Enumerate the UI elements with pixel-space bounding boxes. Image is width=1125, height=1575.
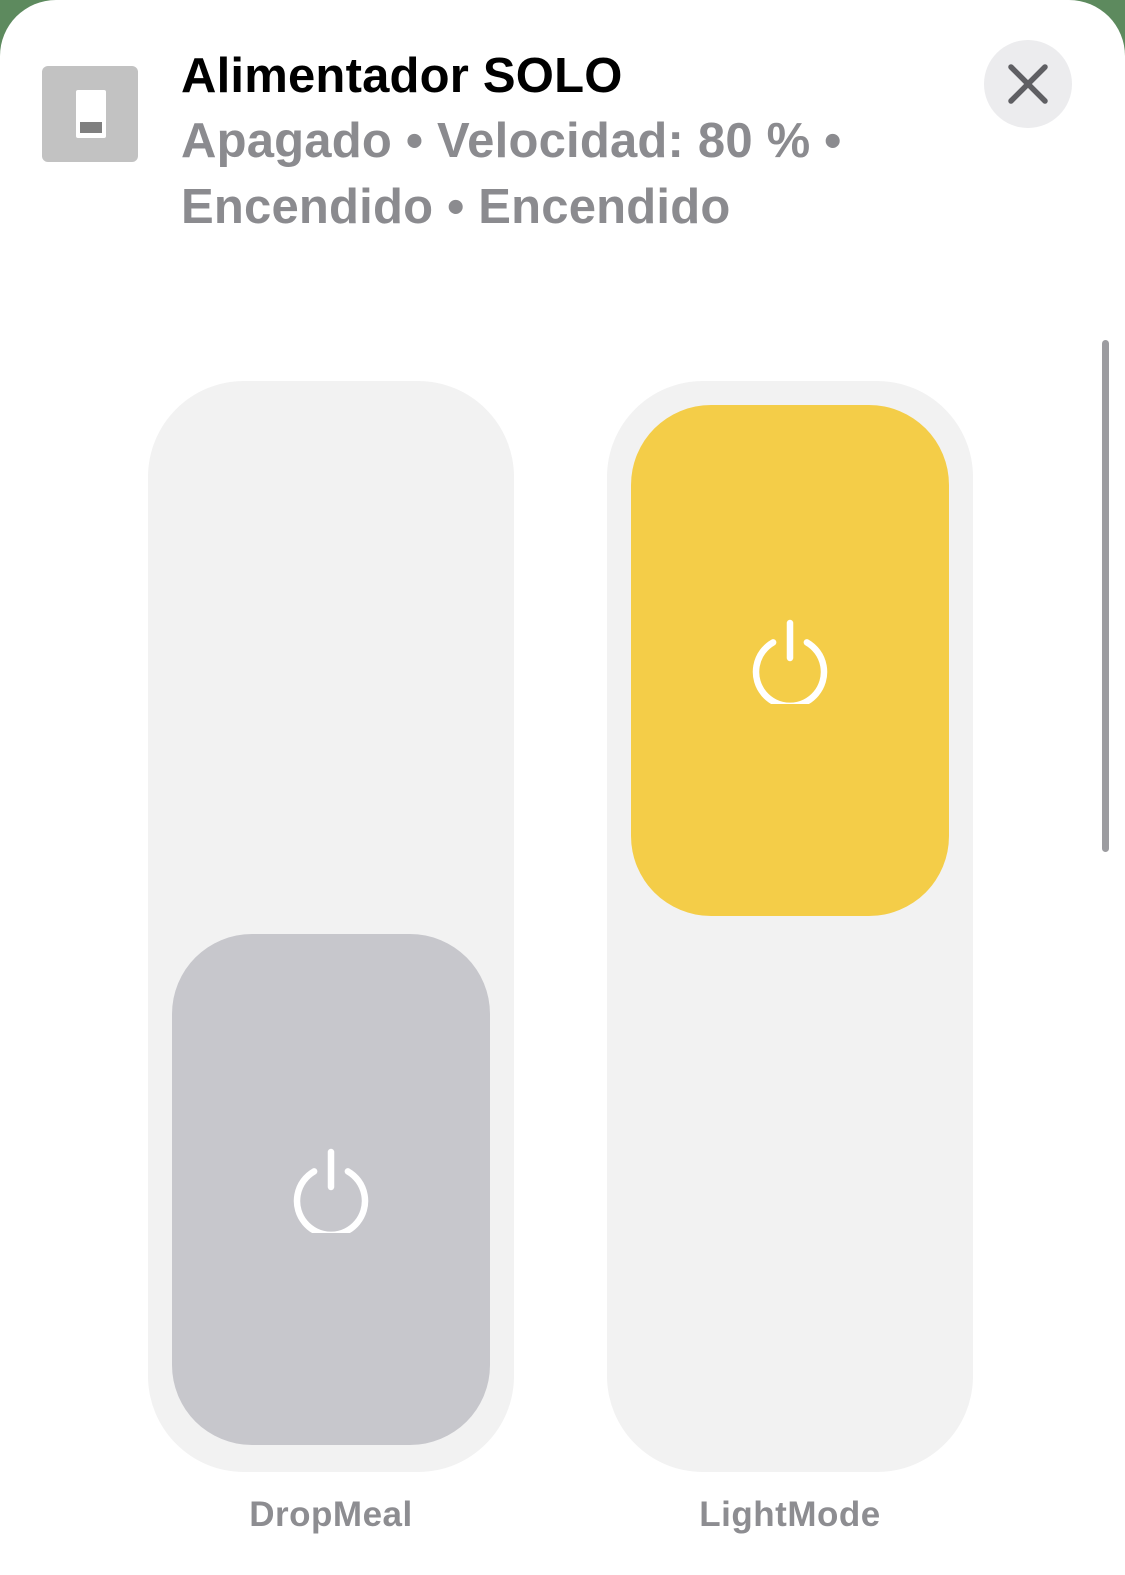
switch-dropmeal-label: DropMeal xyxy=(249,1495,413,1534)
close-icon xyxy=(1008,64,1048,104)
scroll-indicator[interactable] xyxy=(1102,340,1109,852)
switch-lightmode-track[interactable] xyxy=(607,381,973,1472)
switch-lightmode-label: LightMode xyxy=(699,1495,881,1534)
power-icon xyxy=(293,1148,369,1233)
switch-dropmeal-knob[interactable] xyxy=(172,934,490,1445)
switch-dropmeal-track[interactable] xyxy=(148,381,514,1472)
screen: { "accessory": { "title": "Alimentador S… xyxy=(0,0,1125,1575)
switch-lightmode-knob[interactable] xyxy=(631,405,949,916)
accessory-control-sheet: Alimentador SOLO Apagado • Velocidad: 80… xyxy=(0,0,1125,1575)
close-button[interactable] xyxy=(984,40,1072,128)
power-icon xyxy=(752,619,828,704)
status-line-2: Encendido • Encendido xyxy=(181,180,731,234)
accessory-status: Apagado • Velocidad: 80 % • Encendido • … xyxy=(181,108,941,240)
switch-rocker xyxy=(80,122,102,133)
accessory-title: Alimentador SOLO xyxy=(181,49,623,103)
light-switch-icon xyxy=(42,66,138,162)
status-line-1: Apagado • Velocidad: 80 % • xyxy=(181,114,842,168)
